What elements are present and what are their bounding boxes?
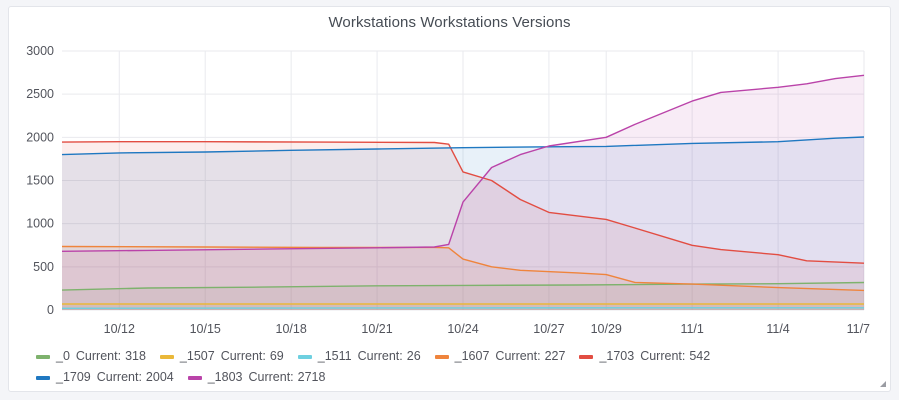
x-tick-label: 10/29 <box>591 322 622 336</box>
legend-current-value: 26 <box>406 349 421 363</box>
legend-item-1703[interactable]: _1703 Current: 542 <box>579 346 710 367</box>
legend-current-label: Current: <box>75 349 122 363</box>
chart-svg[interactable]: 0 500 1000 1500 2000 2500 3000 10/12 10/15 10/18 1… <box>9 7 892 393</box>
y-tick-label: 500 <box>33 260 54 274</box>
legend-swatch <box>297 354 312 359</box>
legend-current-label: Current: <box>220 349 266 363</box>
legend-series-name: _0 <box>56 349 70 363</box>
legend-current-label: Current: <box>248 370 294 384</box>
legend-series-name: _1803 <box>207 370 243 384</box>
legend-current-label: Current: <box>640 349 686 363</box>
legend-swatch <box>36 354 50 359</box>
legend-current-label: Current: <box>495 349 541 363</box>
legend-item-1803[interactable]: _1803 Current: 2718 <box>187 367 326 388</box>
x-tick-label: 10/24 <box>447 322 478 336</box>
legend-swatch <box>187 375 202 380</box>
resize-handle-icon[interactable] <box>879 380 887 388</box>
legend: _0 Current: 318 _1507 Current: 69 _1511 Current… <box>36 346 876 388</box>
series-line-1511[interactable] <box>61 307 864 309</box>
legend-current-value: 542 <box>689 349 711 363</box>
y-tick-label: 2500 <box>26 87 54 101</box>
legend-current-value: 318 <box>125 349 146 363</box>
y-tick-label: 3000 <box>26 44 54 58</box>
x-tick-label: 10/18 <box>276 322 307 336</box>
legend-current-value: 2004 <box>145 370 174 384</box>
chart-panel: Workstations Workstations Versions 0 500 1… <box>8 6 891 392</box>
x-tick-label: 10/21 <box>361 322 392 336</box>
legend-current-value: 227 <box>544 349 566 363</box>
x-tick-label: 11/1 <box>680 322 703 336</box>
legend-item-1507[interactable]: _1507 Current: 69 <box>159 346 284 367</box>
legend-swatch <box>36 375 50 380</box>
legend-current-value: 69 <box>269 349 284 363</box>
legend-current-value: 2718 <box>297 370 326 384</box>
legend-series-name: _1703 <box>599 349 635 363</box>
x-tick-label: 10/15 <box>190 322 221 336</box>
legend-series-name: _1507 <box>179 349 215 363</box>
x-tick-label: 10/12 <box>104 322 135 336</box>
legend-row: _0 Current: 318 _1507 Current: 69 _1511 Current… <box>36 346 876 367</box>
x-tick-label: 11/4 <box>766 322 789 336</box>
legend-swatch <box>159 354 174 359</box>
legend-swatch <box>579 354 594 359</box>
legend-item-1511[interactable]: _1511 Current: 26 <box>297 346 421 367</box>
legend-current-label: Current: <box>357 349 403 363</box>
y-tick-label: 0 <box>47 303 54 317</box>
y-tick-label: 2000 <box>26 130 54 144</box>
legend-current-label: Current: <box>96 370 142 384</box>
legend-series-name: _1607 <box>454 349 490 363</box>
legend-row: _1709 Current: 2004 _1803 Current: 2718 <box>36 367 876 388</box>
legend-series-name: _1709 <box>56 370 91 384</box>
y-tick-label: 1500 <box>26 174 54 188</box>
x-tick-label: 10/27 <box>533 322 564 336</box>
y-tick-label: 1000 <box>26 217 54 231</box>
legend-swatch <box>434 354 449 359</box>
x-tick-label: 11/7 <box>847 322 870 336</box>
legend-item-1709[interactable]: _1709 Current: 2004 <box>36 367 174 388</box>
legend-item-0[interactable]: _0 Current: 318 <box>36 346 146 367</box>
legend-item-1607[interactable]: _1607 Current: 227 <box>434 346 566 367</box>
legend-series-name: _1511 <box>317 349 352 363</box>
